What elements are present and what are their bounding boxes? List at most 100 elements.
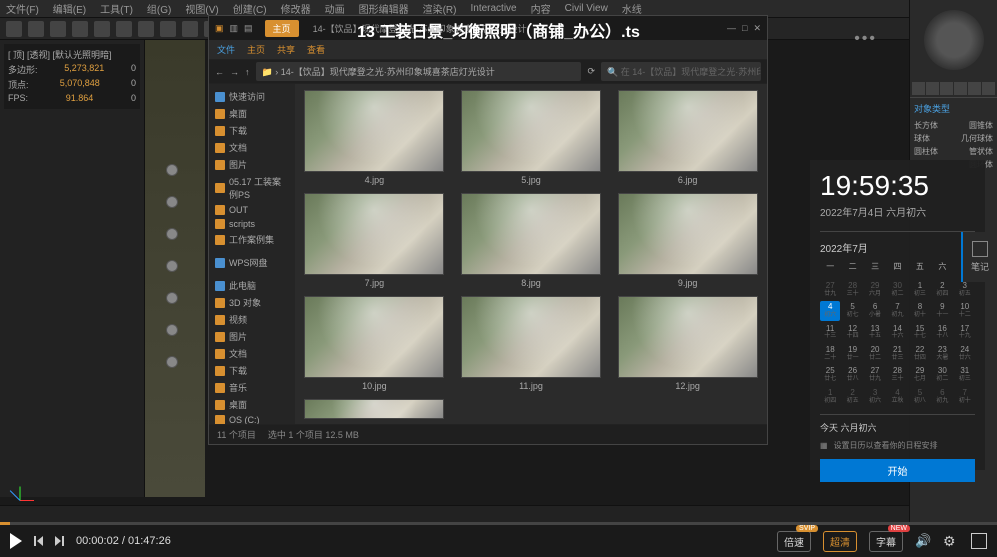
calendar-day[interactable]: 2初四 <box>932 280 952 299</box>
file-thumbnail[interactable]: 6.jpg <box>614 90 761 185</box>
menu-item[interactable]: 文件(F) <box>6 1 39 16</box>
file-thumbnail[interactable]: 11.jpg <box>458 296 605 391</box>
calendar-day[interactable]: 15十七 <box>910 323 930 342</box>
command-panel-tabs[interactable] <box>910 80 997 97</box>
nav-back-icon[interactable]: ← <box>215 67 224 77</box>
file-thumbnail[interactable]: 4.jpg <box>301 90 448 185</box>
menu-item[interactable]: 动画 <box>325 1 345 16</box>
calendar-day[interactable]: 14十六 <box>887 323 907 342</box>
explorer-min-icon[interactable]: — <box>727 23 736 33</box>
calendar-day[interactable]: 2初五 <box>842 387 862 406</box>
file-thumbnail[interactable]: 7.jpg <box>301 193 448 288</box>
calendar-day[interactable]: 19廿一 <box>842 344 862 363</box>
sidebar-item[interactable]: 05.17 工装案例PS <box>213 173 291 203</box>
sidebar-item[interactable]: 3D 对象 <box>213 294 291 311</box>
sidebar-item[interactable]: 视频 <box>213 311 291 328</box>
calendar-day[interactable]: 21廿三 <box>887 344 907 363</box>
calendar-day[interactable]: 30初二 <box>932 365 952 384</box>
sidebar-item[interactable]: 音乐 <box>213 379 291 396</box>
calendar-day[interactable]: 31初三 <box>955 365 975 384</box>
calendar-day[interactable]: 28三十 <box>842 280 862 299</box>
explorer-sidebar[interactable]: 快速访问 桌面下载文档图片05.17 工装案例PSOUTscripts工作案例集… <box>209 84 295 424</box>
calendar-day[interactable]: 29六月 <box>865 280 885 299</box>
menu-item[interactable]: 工具(T) <box>100 1 133 16</box>
menu-item[interactable]: 创建(C) <box>233 1 267 16</box>
viewcube[interactable] <box>924 10 984 70</box>
calendar-day[interactable]: 5初七 <box>842 301 862 320</box>
explorer-tab[interactable]: 主页 <box>265 20 299 37</box>
calendar-day[interactable]: 6小暑 <box>865 301 885 320</box>
menu-item[interactable]: 组(G) <box>147 1 171 16</box>
sidebar-quick-access[interactable]: 快速访问 <box>213 88 291 105</box>
calendar-day[interactable]: 5初八 <box>910 387 930 406</box>
refresh-icon[interactable]: ⟳ <box>587 66 595 77</box>
menu-item[interactable]: 视图(V) <box>185 1 218 16</box>
sidebar-item[interactable]: 工作案例集 <box>213 231 291 248</box>
speed-button[interactable]: 倍速SVIP <box>777 531 811 552</box>
ribbon-tab[interactable]: 共享 <box>277 43 295 56</box>
volume-icon[interactable] <box>915 533 931 549</box>
ribbon-tab[interactable]: 查看 <box>307 43 325 56</box>
sidebar-item[interactable]: 桌面 <box>213 105 291 122</box>
sidebar-wps[interactable]: WPS网盘 <box>213 254 291 271</box>
sidebar-item[interactable]: 下载 <box>213 122 291 139</box>
nav-up-icon[interactable]: ↑ <box>245 67 250 77</box>
calendar-day[interactable]: 27廿九 <box>865 365 885 384</box>
ribbon-tab[interactable]: 主页 <box>247 43 265 56</box>
menu-item[interactable]: Interactive <box>470 3 516 14</box>
calendar-day[interactable]: 10十二 <box>955 301 975 320</box>
file-thumbnail[interactable]: 5.jpg <box>458 90 605 185</box>
notes-tab[interactable]: 笔记 <box>961 232 997 282</box>
file-thumbnail[interactable]: 12.jpg <box>614 296 761 391</box>
sidebar-item[interactable]: 桌面 <box>213 396 291 413</box>
calendar-day[interactable]: 16十八 <box>932 323 952 342</box>
calendar-day[interactable]: 1初四 <box>820 387 840 406</box>
calendar-day[interactable]: 25廿七 <box>820 365 840 384</box>
sidebar-this-pc[interactable]: 此电脑 <box>213 277 291 294</box>
calendar-day[interactable]: 4初六 <box>820 301 840 320</box>
calendar-day[interactable]: 8初十 <box>910 301 930 320</box>
calendar-day[interactable]: 28三十 <box>887 365 907 384</box>
explorer-file-grid[interactable]: 4.jpg5.jpg6.jpg 7.jpg8.jpg9.jpg 10.jpg11.j… <box>295 84 767 424</box>
menu-item[interactable]: 渲染(R) <box>423 1 457 16</box>
quality-button[interactable]: 超清 <box>823 531 857 552</box>
calendar-day[interactable]: 3初五 <box>955 280 975 299</box>
ribbon-tab[interactable]: 文件 <box>217 43 235 56</box>
sidebar-item[interactable]: 文档 <box>213 345 291 362</box>
explorer-close-icon[interactable]: ✕ <box>753 23 761 34</box>
subtitle-button[interactable]: 字幕NEW <box>869 531 903 552</box>
calendar-day[interactable]: 26廿八 <box>842 365 862 384</box>
next-button[interactable] <box>55 536 64 546</box>
file-thumbnail[interactable]: 9.jpg <box>614 193 761 288</box>
prev-button[interactable] <box>34 536 43 546</box>
calendar-day[interactable]: 12十四 <box>842 323 862 342</box>
calendar-day[interactable]: 30初二 <box>887 280 907 299</box>
calendar-day[interactable]: 29七月 <box>910 365 930 384</box>
calendar-grid[interactable]: 27廿九28三十29六月30初二1初三2初四3初五4初六5初七6小暑7初九8初十… <box>820 280 975 406</box>
sidebar-item[interactable]: 图片 <box>213 328 291 345</box>
calendar-day[interactable]: 7初九 <box>887 301 907 320</box>
sidebar-item[interactable]: OS (C:) <box>213 413 291 424</box>
file-thumbnail[interactable]: 8.jpg <box>458 193 605 288</box>
calendar-day[interactable]: 9十一 <box>932 301 952 320</box>
settings-icon[interactable] <box>943 533 959 549</box>
sidebar-item[interactable]: 下载 <box>213 362 291 379</box>
calendar-month[interactable]: 2022年7月 ˄ ˅ <box>820 231 975 255</box>
address-input[interactable]: 📁 › 14-【饮品】现代摩登之光·苏州印象城喜茶店灯光设计 <box>256 62 582 81</box>
calendar-day[interactable]: 18二十 <box>820 344 840 363</box>
calendar-day[interactable]: 3初六 <box>865 387 885 406</box>
sidebar-item[interactable]: 文档 <box>213 139 291 156</box>
menu-item[interactable]: 水线 <box>622 1 642 16</box>
menu-item[interactable]: 内容 <box>531 1 551 16</box>
calendar-day[interactable]: 20廿二 <box>865 344 885 363</box>
fullscreen-icon[interactable] <box>971 533 987 549</box>
calendar-day[interactable]: 11十三 <box>820 323 840 342</box>
file-thumbnail[interactable]: 10.jpg <box>301 296 448 391</box>
calendar-day[interactable]: 1初三 <box>910 280 930 299</box>
nav-fwd-icon[interactable]: → <box>230 67 239 77</box>
sidebar-item[interactable]: 图片 <box>213 156 291 173</box>
calendar-day[interactable]: 17十九 <box>955 323 975 342</box>
calendar-day[interactable]: 27廿九 <box>820 280 840 299</box>
explorer-ribbon-tabs[interactable]: 文件主页共享查看 <box>209 40 767 60</box>
menu-item[interactable]: 图形编辑器 <box>359 1 409 16</box>
